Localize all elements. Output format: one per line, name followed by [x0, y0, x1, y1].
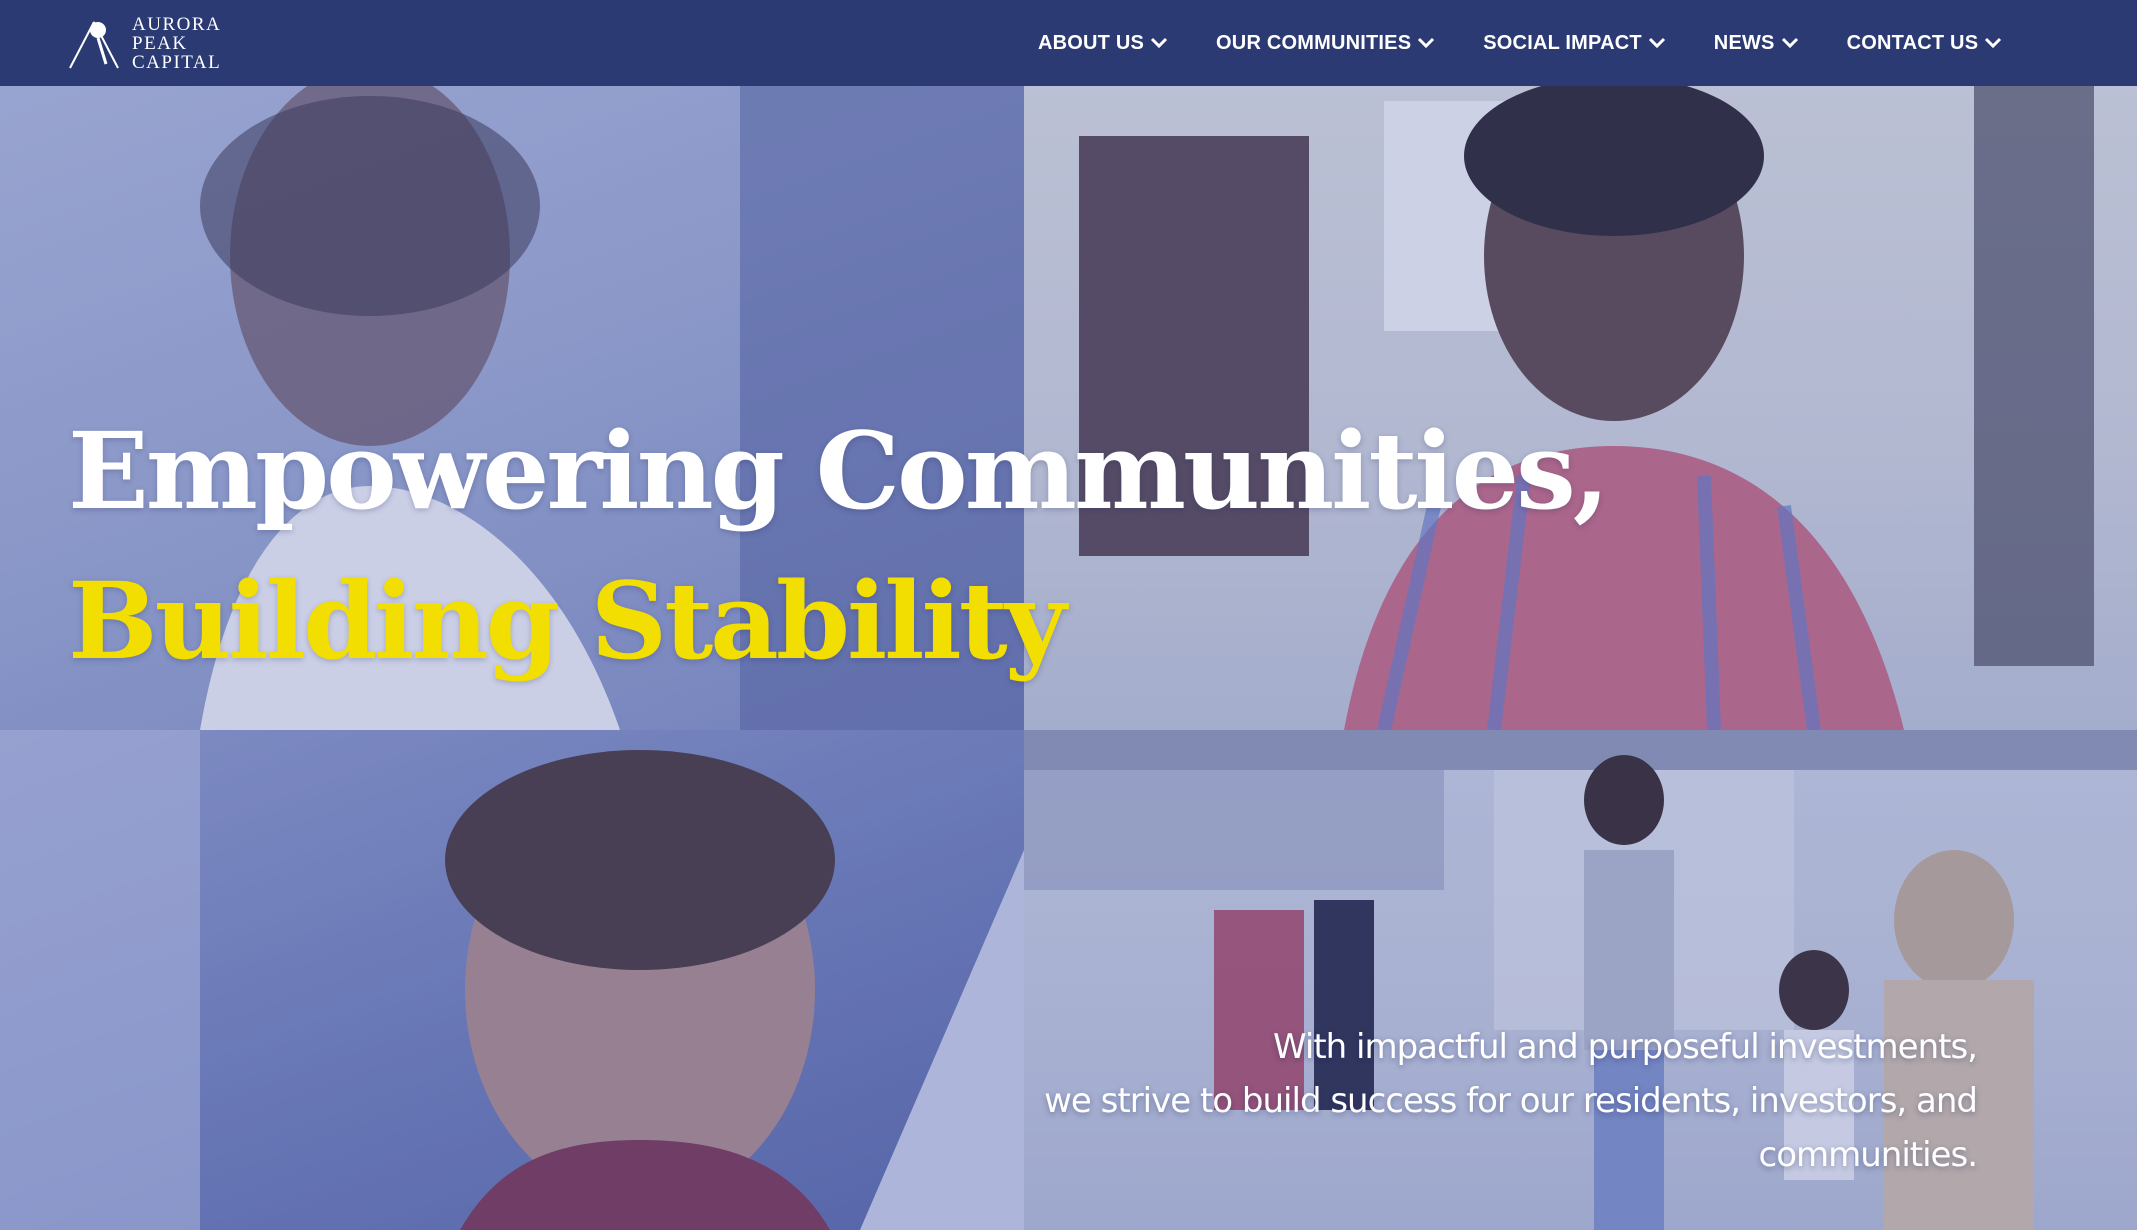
hero-subtext: With impactful and purposeful investment…: [977, 1020, 1979, 1182]
hero-subtext-line: With impactful and purposeful investment…: [1273, 1027, 1978, 1067]
chevron-down-icon: [1150, 37, 1168, 49]
hero-photo-boy-looking-up: [0, 730, 1024, 1230]
brand-name: AURORA PEAK CAPITAL: [132, 15, 221, 72]
brand-logo[interactable]: AURORA PEAK CAPITAL: [68, 14, 228, 72]
nav-item-our-communities[interactable]: OUR COMMUNITIES: [1216, 32, 1435, 55]
brand-name-line: CAPITAL: [132, 52, 222, 73]
nav-item-news[interactable]: NEWS: [1714, 32, 1799, 55]
main-nav: ABOUT US OUR COMMUNITIES SOCIAL IMPACT N…: [1038, 0, 2002, 86]
hero-subtext-line: communities.: [1758, 1135, 1979, 1175]
nav-item-label: SOCIAL IMPACT: [1483, 31, 1642, 54]
chevron-down-icon: [1418, 37, 1435, 49]
nav-item-contact-us[interactable]: CONTACT US: [1847, 32, 2003, 55]
nav-item-label: ABOUT US: [1038, 31, 1145, 54]
hero-subtext-line: we strive to build success for our resid…: [1044, 1081, 1978, 1121]
hero-headline-accent: Building Stability: [68, 558, 1066, 683]
mountain-peak-logo-icon: [69, 21, 119, 69]
hero-headline-primary: Empowering Communities,: [68, 408, 1610, 533]
hero-headline: Empowering Communities, Building Stabili…: [68, 396, 1610, 696]
brand-name-line: AURORA: [132, 14, 222, 35]
nav-item-about-us[interactable]: ABOUT US: [1038, 32, 1168, 55]
nav-item-label: NEWS: [1713, 31, 1775, 54]
nav-item-label: CONTACT US: [1846, 31, 1979, 54]
chevron-down-icon: [1648, 37, 1665, 49]
chevron-down-icon: [1781, 37, 1798, 49]
nav-item-label: OUR COMMUNITIES: [1216, 31, 1412, 54]
site-header: AURORA PEAK CAPITAL ABOUT US OUR COMMUNI…: [0, 0, 2137, 86]
brand-name-line: PEAK: [132, 33, 188, 54]
nav-item-social-impact[interactable]: SOCIAL IMPACT: [1483, 32, 1666, 55]
chevron-down-icon: [1985, 37, 2002, 49]
